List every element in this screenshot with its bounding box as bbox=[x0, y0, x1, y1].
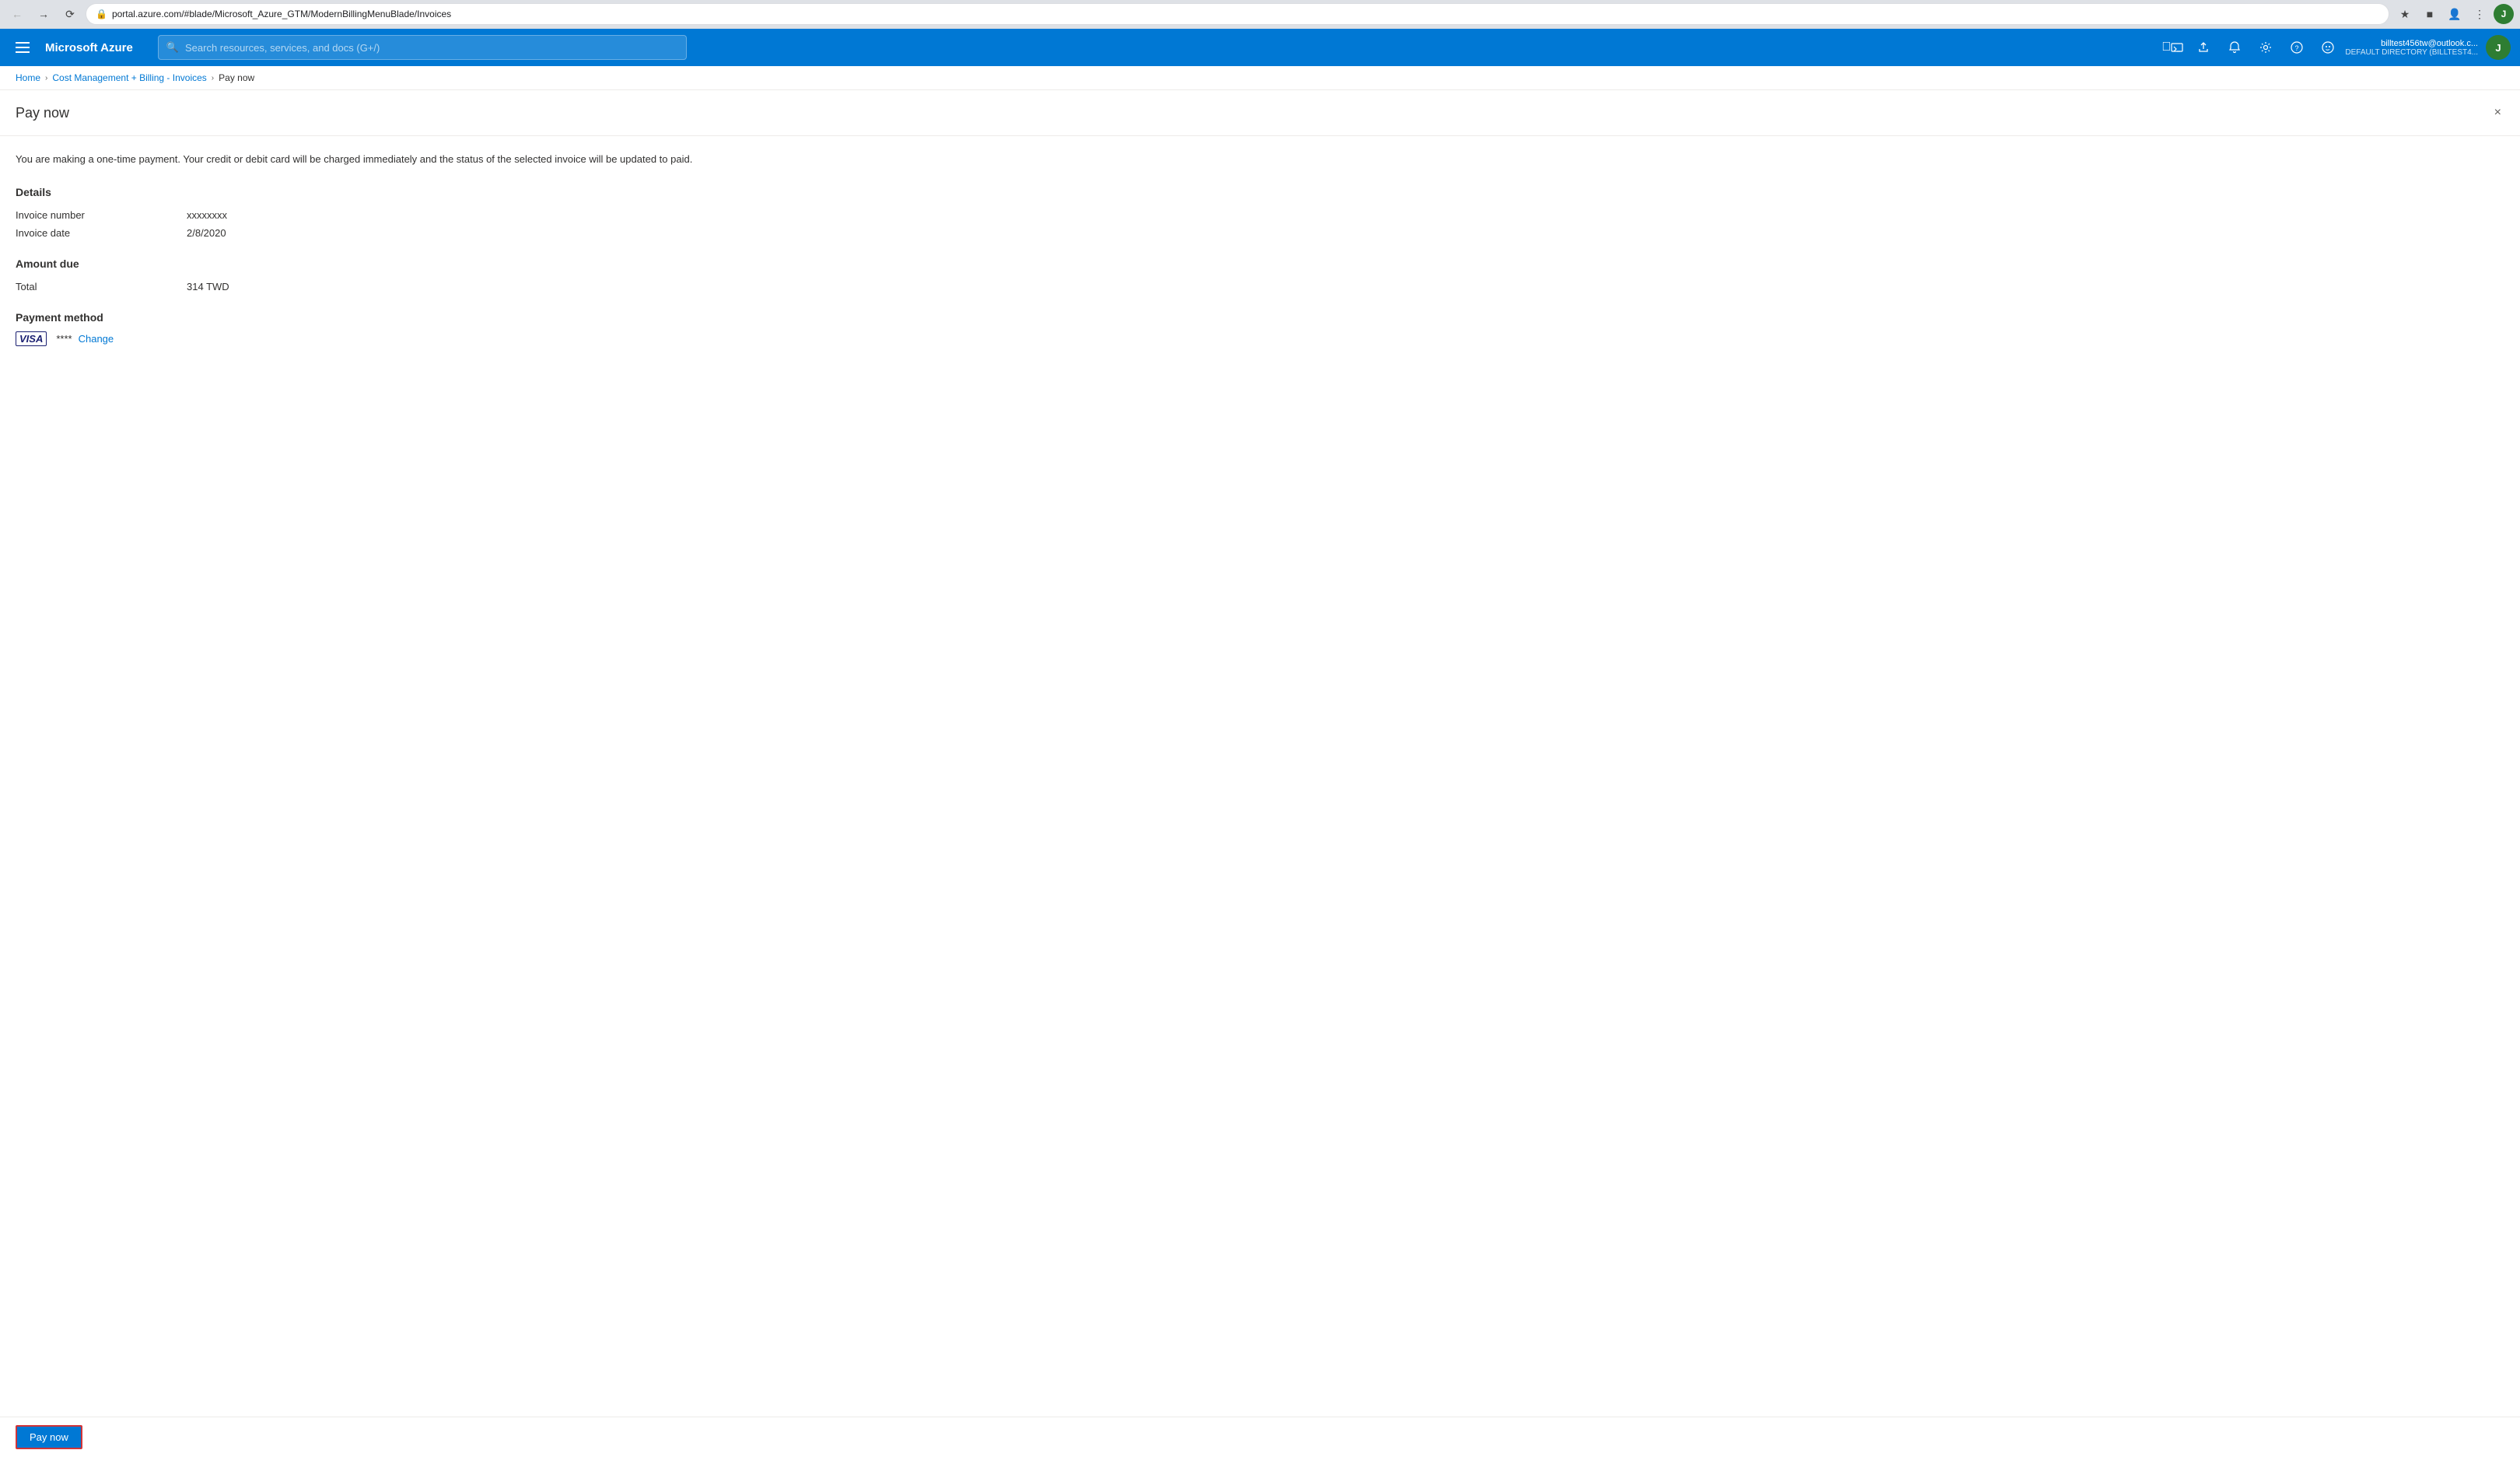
refresh-button[interactable]: ⟳ bbox=[59, 3, 81, 25]
main-content: Pay now × You are making a one-time paym… bbox=[0, 90, 2520, 1419]
user-directory: DEFAULT DIRECTORY (BILLTEST4... bbox=[2345, 48, 2478, 57]
pay-now-panel: Pay now × You are making a one-time paym… bbox=[0, 90, 2520, 362]
feedback-button[interactable] bbox=[2314, 33, 2342, 61]
notifications-button[interactable] bbox=[2221, 33, 2249, 61]
panel-title: Pay now bbox=[16, 105, 69, 121]
amount-due-section: Amount due Total 314 TWD bbox=[16, 257, 2504, 296]
invoice-date-label: Invoice date bbox=[16, 227, 187, 239]
hamburger-line bbox=[16, 47, 30, 48]
user-email: billtest456tw@outlook.c... bbox=[2381, 39, 2478, 48]
upload-button[interactable] bbox=[2189, 33, 2217, 61]
search-input[interactable] bbox=[185, 42, 678, 54]
total-label: Total bbox=[16, 281, 187, 292]
panel-footer: Pay now bbox=[0, 1417, 2520, 1457]
header-icons:  ? billtest456tw@outlook.c... DEFAULT D… bbox=[2158, 33, 2511, 61]
card-dots: **** bbox=[56, 333, 72, 345]
settings-button[interactable]: ⋮ bbox=[2469, 3, 2490, 25]
browser-titlebar: ← → ⟳ 🔒 portal.azure.com/#blade/Microsof… bbox=[0, 0, 2520, 28]
url-text: portal.azure.com/#blade/Microsoft_Azure_… bbox=[112, 9, 451, 19]
hamburger-line bbox=[16, 51, 30, 53]
panel-description: You are making a one-time payment. Your … bbox=[16, 152, 2504, 167]
pay-now-button[interactable]: Pay now bbox=[16, 1425, 82, 1449]
details-table: Invoice number xxxxxxxx Invoice date 2/8… bbox=[16, 206, 2504, 242]
browser-actions: ★ ■ 👤 ⋮ J bbox=[2394, 3, 2514, 25]
hamburger-menu[interactable] bbox=[9, 39, 36, 56]
back-button[interactable]: ← bbox=[6, 3, 28, 25]
invoice-number-label: Invoice number bbox=[16, 209, 187, 221]
svg-text:?: ? bbox=[2295, 44, 2299, 52]
breadcrumb-billing[interactable]: Cost Management + Billing - Invoices bbox=[52, 72, 206, 83]
panel-close-button[interactable]: × bbox=[2491, 103, 2504, 123]
panel-header: Pay now × bbox=[0, 90, 2520, 136]
breadcrumb-home[interactable]: Home bbox=[16, 72, 40, 83]
details-section: Details Invoice number xxxxxxxx Invoice … bbox=[16, 186, 2504, 242]
azure-header: Microsoft Azure 🔍  ? billtest456tw@outl… bbox=[0, 29, 2520, 66]
breadcrumb-sep-1: › bbox=[45, 74, 47, 82]
profile-avatar[interactable]: J bbox=[2494, 4, 2514, 24]
panel-body: You are making a one-time payment. Your … bbox=[0, 136, 2520, 362]
breadcrumb: Home › Cost Management + Billing - Invoi… bbox=[0, 66, 2520, 90]
details-heading: Details bbox=[16, 186, 2504, 198]
invoice-date-value: 2/8/2020 bbox=[187, 227, 226, 239]
hamburger-line bbox=[16, 42, 30, 44]
invoice-number-row: Invoice number xxxxxxxx bbox=[16, 206, 2504, 224]
extensions-button[interactable]: ■ bbox=[2419, 3, 2441, 25]
search-icon: 🔍 bbox=[166, 41, 179, 54]
visa-badge: VISA bbox=[16, 331, 47, 346]
search-bar[interactable]: 🔍 bbox=[158, 35, 687, 60]
payment-method-section: Payment method VISA **** Change bbox=[16, 311, 2504, 346]
amount-table: Total 314 TWD bbox=[16, 278, 2504, 296]
lock-icon: 🔒 bbox=[96, 9, 107, 19]
user-info: billtest456tw@outlook.c... DEFAULT DIREC… bbox=[2345, 39, 2478, 57]
account-button[interactable]: 👤 bbox=[2444, 3, 2466, 25]
help-button[interactable]: ? bbox=[2283, 33, 2311, 61]
payment-row: VISA **** Change bbox=[16, 331, 2504, 346]
invoice-date-row: Invoice date 2/8/2020 bbox=[16, 224, 2504, 242]
browser-chrome: ← → ⟳ 🔒 portal.azure.com/#blade/Microsof… bbox=[0, 0, 2520, 29]
change-payment-link[interactable]: Change bbox=[79, 333, 114, 345]
breadcrumb-sep-2: › bbox=[212, 74, 214, 82]
breadcrumb-current: Pay now bbox=[219, 72, 254, 83]
user-avatar[interactable]: J bbox=[2486, 35, 2511, 60]
azure-logo: Microsoft Azure bbox=[45, 41, 133, 54]
forward-button[interactable]: → bbox=[33, 3, 54, 25]
total-value: 314 TWD bbox=[187, 281, 229, 292]
total-row: Total 314 TWD bbox=[16, 278, 2504, 296]
bookmark-button[interactable]: ★ bbox=[2394, 3, 2416, 25]
settings-gear-button[interactable] bbox=[2252, 33, 2280, 61]
amount-due-heading: Amount due bbox=[16, 257, 2504, 270]
address-bar[interactable]: 🔒 portal.azure.com/#blade/Microsoft_Azur… bbox=[86, 3, 2389, 25]
invoice-number-value: xxxxxxxx bbox=[187, 209, 227, 221]
payment-method-heading: Payment method bbox=[16, 311, 2504, 324]
cloud-shell-button[interactable]:  bbox=[2158, 33, 2186, 61]
